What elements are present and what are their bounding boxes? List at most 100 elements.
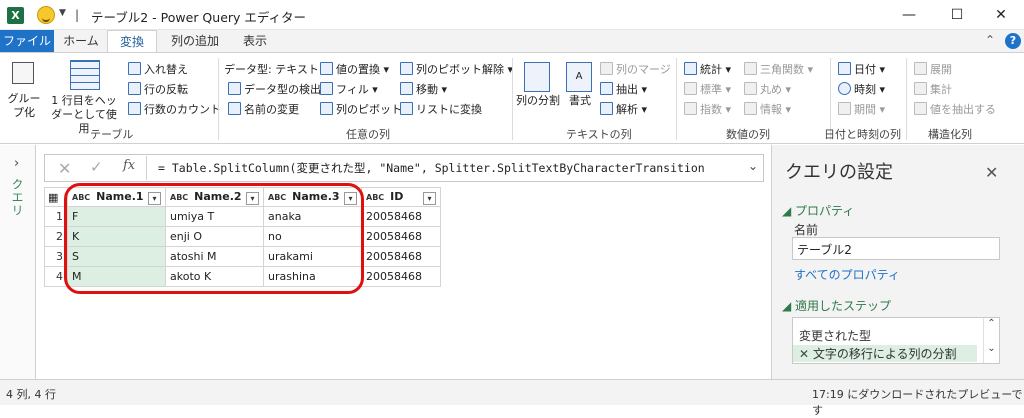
table-cell[interactable]: 20058468 (361, 226, 441, 247)
duration-button[interactable]: 期間 ▾ (838, 101, 885, 117)
tab-add-column[interactable]: 列の追加 (162, 30, 228, 52)
to-list-icon (400, 102, 413, 115)
aggregate-icon (914, 82, 927, 95)
statistics-button[interactable]: 統計 ▾ (684, 61, 731, 77)
fx-label[interactable]: fx (123, 158, 135, 173)
detect-type-button[interactable]: データ型の検出 (228, 81, 321, 97)
group-label-any-column: 任意の列 (346, 128, 390, 141)
scientific-label: 指数 (700, 103, 722, 116)
reverse-rows-button[interactable]: 行の反転 (128, 81, 188, 97)
formula-input[interactable]: = Table.SplitColumn(変更された型, "Name", Spli… (158, 160, 743, 176)
time-button[interactable]: 時刻 ▾ (838, 81, 885, 97)
steps-scrollbar[interactable]: ⌃ ⌄ (983, 318, 999, 363)
rounding-icon (744, 82, 757, 95)
table-cell[interactable]: 20058468 (361, 246, 441, 267)
split-column-icon (524, 62, 550, 92)
list-item[interactable]: 変更された型 (793, 327, 977, 344)
close-button[interactable]: ✕ (978, 0, 1024, 30)
group-label-structured-column: 構造化列 (928, 128, 972, 141)
replace-values-button[interactable]: 値の置換 ▾ (320, 61, 389, 77)
ribbon-separator (676, 58, 677, 140)
statistics-icon (684, 62, 697, 75)
applied-steps-section[interactable]: ◢ 適用したステップ (782, 297, 891, 314)
standard-icon (684, 82, 697, 95)
parse-button[interactable]: 解析 ▾ (600, 101, 647, 117)
group-label-number-column: 数値の列 (726, 128, 770, 141)
ribbon-separator (512, 58, 513, 140)
detect-type-icon (228, 82, 241, 95)
delete-step-icon[interactable]: ✕ (799, 347, 813, 361)
query-name-input[interactable]: テーブル2 (792, 237, 1000, 260)
properties-header: プロパティ (795, 204, 855, 218)
aggregate-button[interactable]: 集計 (914, 81, 952, 97)
all-properties-link[interactable]: すべてのプロパティ (794, 266, 900, 283)
smiley-feedback-icon[interactable] (37, 6, 55, 24)
transpose-label: 入れ替え (144, 63, 188, 76)
move-button[interactable]: 移動 ▾ (400, 81, 447, 97)
commit-formula-icon[interactable]: ✓ (90, 158, 103, 176)
properties-section[interactable]: ◢ プロパティ (782, 202, 854, 219)
queries-pane-label[interactable]: クエリ (9, 178, 26, 217)
transpose-button[interactable]: 入れ替え (128, 61, 188, 77)
highlight-annotation-box (64, 183, 364, 294)
to-list-button[interactable]: リストに変換 (400, 101, 482, 117)
split-column-button[interactable]: 列の分割 (516, 94, 560, 108)
scroll-up-icon[interactable]: ⌃ (984, 318, 999, 329)
list-item-selected[interactable]: ✕ 文字の移行による列の分割 (793, 345, 977, 362)
tab-view[interactable]: 表示 (234, 30, 276, 52)
statistics-label: 統計 (700, 63, 722, 76)
merge-columns-button[interactable]: 列のマージ (600, 61, 671, 77)
extract-button[interactable]: 抽出 ▾ (600, 81, 647, 97)
close-pane-icon[interactable]: ✕ (985, 163, 998, 182)
ribbon-separator (218, 58, 219, 140)
rename-button[interactable]: 名前の変更 (228, 101, 299, 117)
replace-values-label: 値の置換 (336, 63, 380, 76)
tab-file[interactable]: ファイル (0, 30, 54, 52)
fill-button[interactable]: フィル ▾ (320, 81, 378, 97)
help-icon[interactable]: ? (1005, 33, 1021, 49)
extract-values-button[interactable]: 値を抽出する (914, 101, 996, 117)
qat-dropdown-icon[interactable]: ▼ (59, 8, 66, 18)
information-icon (744, 102, 757, 115)
time-label: 時刻 (854, 83, 876, 96)
minimize-button[interactable]: — (886, 0, 932, 30)
scroll-down-icon[interactable]: ⌄ (984, 343, 999, 354)
filter-dropdown-icon[interactable]: ▾ (423, 191, 436, 205)
to-list-label: リストに変換 (416, 103, 482, 116)
formula-expand-chevron-icon[interactable]: ⌄ (748, 159, 758, 173)
table-cell[interactable]: 20058468 (361, 266, 441, 287)
information-button[interactable]: 情報 ▾ (744, 101, 791, 117)
rounding-button[interactable]: 丸め ▾ (744, 81, 791, 97)
date-button[interactable]: 日付 ▾ (838, 61, 885, 77)
count-rows-button[interactable]: 行数のカウント (128, 101, 221, 117)
duration-icon (838, 102, 851, 115)
cancel-formula-icon[interactable]: ✕ (58, 159, 71, 178)
window-title: テーブル2 - Power Query エディター (91, 10, 307, 25)
tab-home[interactable]: ホーム (56, 30, 106, 52)
information-label: 情報 (760, 103, 782, 116)
extract-icon (600, 82, 613, 95)
group-by-button[interactable]: グループ化 (6, 92, 42, 120)
column-header-id[interactable]: ABC ID ▾ (361, 187, 441, 207)
applied-steps-header: 適用したステップ (795, 299, 892, 313)
rename-label: 名前の変更 (244, 103, 299, 116)
standard-button[interactable]: 標準 ▾ (684, 81, 731, 97)
pivot-column-button[interactable]: 列のピボット (320, 101, 402, 117)
data-type-dropdown[interactable]: データ型: テキスト ▾ (224, 61, 328, 77)
maximize-button[interactable]: ☐ (934, 0, 980, 30)
expand-button[interactable]: 展開 (914, 61, 952, 77)
trigonometry-button[interactable]: 三角関数 ▾ (744, 61, 813, 77)
expand-pane-chevron-icon[interactable]: › (14, 156, 19, 171)
collapse-ribbon-icon[interactable]: ⌃ (985, 33, 995, 47)
tab-transform[interactable]: 変換 (107, 30, 157, 52)
extract-values-label: 値を抽出する (930, 103, 996, 116)
format-button[interactable]: 書式 (568, 94, 592, 108)
extract-values-icon (914, 102, 927, 115)
text-type-icon[interactable]: ABC (366, 193, 384, 202)
first-row-header-icon (70, 60, 100, 90)
query-settings-title: クエリの設定 (785, 162, 893, 183)
table-cell[interactable]: 20058468 (361, 206, 441, 227)
scientific-button[interactable]: 指数 ▾ (684, 101, 731, 117)
unpivot-button[interactable]: 列のピボット解除 ▾ (400, 61, 513, 77)
expand-label: 展開 (930, 63, 952, 76)
